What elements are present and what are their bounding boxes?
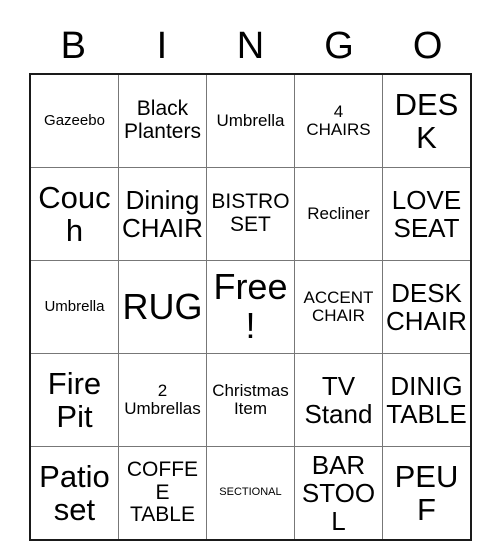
bingo-cell-label: PEUF [394,458,459,527]
bingo-cell-label: RUG [122,285,203,327]
bingo-cell[interactable]: TV Stand [293,353,383,447]
bingo-row: Umbrella RUG Free! ACCENT CHAIR DESK CHAIR [30,260,471,354]
bingo-cell[interactable]: BAR STOOL [293,446,383,540]
bingo-cell-label: Recliner [307,203,370,223]
bingo-header-letter-g: G [324,24,354,67]
bingo-row: Fire Pit 2 Umbrellas Christmas Item TV Stan… [30,353,471,447]
bingo-grid: Gazeebo Black Planters Umbrella 4 CHAIRS DES… [29,73,472,541]
bingo-cell[interactable]: PEUF [381,446,471,540]
bingo-cell-label: DESK CHAIR [386,277,467,336]
bingo-cell[interactable]: Recliner [293,167,383,261]
bingo-header-row: BINGO [29,18,472,73]
bingo-cell-label: Christmas Item [212,380,289,418]
bingo-row: Patio set COFFEE TABLE SECTIONAL BAR STOOL P… [30,446,471,540]
bingo-cell-label: DINIG TABLE [386,370,467,429]
bingo-cell[interactable]: BISTRO SET [205,167,295,261]
bingo-cell-label: BISTRO SET [211,190,290,236]
bingo-row: Gazeebo Black Planters Umbrella 4 CHAIRS DES… [30,74,471,168]
bingo-cell[interactable]: Gazeebo [30,74,119,168]
bingo-cell-label: Dining CHAIR [122,184,203,243]
bingo-cell-label: COFFEE TABLE [126,457,199,527]
bingo-cell-label: DESK [394,86,459,155]
bingo-cell[interactable]: DESK [381,74,471,168]
bingo-cell[interactable]: DESK CHAIR [381,260,471,354]
bingo-cell-label: Umbrella [216,110,285,130]
bingo-cell[interactable]: Patio set [30,446,119,540]
bingo-cell[interactable]: Christmas Item [205,353,295,447]
bingo-cell-label: Gazeebo [44,111,105,129]
bingo-cell[interactable]: DINIG TABLE [381,353,471,447]
bingo-cell[interactable]: Fire Pit [30,353,119,447]
bingo-grid-body: Gazeebo Black Planters Umbrella 4 CHAIRS DES… [30,74,471,540]
bingo-cell[interactable]: 4 CHAIRS [293,74,383,168]
bingo-cell-label: Free! [213,266,288,346]
bingo-cell[interactable]: Couch [30,167,119,261]
bingo-cell-label: TV Stand [304,370,373,429]
bingo-cell[interactable]: ACCENT CHAIR [293,260,383,354]
bingo-cell[interactable]: COFFEE TABLE [117,446,207,540]
bingo-cell-label: Patio set [39,458,110,527]
bingo-cell[interactable]: Umbrella [30,260,119,354]
bingo-cell-label: 2 Umbrellas [124,380,201,418]
bingo-cell[interactable]: Dining CHAIR [117,167,207,261]
bingo-cell[interactable]: Umbrella [205,74,295,168]
bingo-header-letter-i: I [156,24,168,67]
bingo-cell-label: Umbrella [44,297,105,315]
bingo-cell-label: Black Planters [123,97,201,143]
bingo-cell[interactable]: SECTIONAL [205,446,295,540]
bingo-cell-label: Fire Pit [47,365,102,434]
bingo-cell-label: Couch [38,179,111,248]
bingo-free-space[interactable]: Free! [205,260,295,354]
bingo-header-letter-b: B [60,24,86,67]
bingo-header-letter-o: O [412,24,443,67]
bingo-cell-label: SECTIONAL [219,486,282,499]
bingo-row: Couch Dining CHAIR BISTRO SET Recliner LOVE … [30,167,471,261]
bingo-cell-label: BAR STOOL [301,449,376,537]
bingo-header-letter-n: N [236,24,265,67]
bingo-cell[interactable]: RUG [117,260,207,354]
bingo-cell-label: ACCENT CHAIR [303,287,374,325]
bingo-cell-label: LOVE SEAT [391,184,462,243]
bingo-cell[interactable]: Black Planters [117,74,207,168]
bingo-cell[interactable]: 2 Umbrellas [117,353,207,447]
bingo-cell[interactable]: LOVE SEAT [381,167,471,261]
bingo-cell-label: 4 CHAIRS [306,101,371,139]
bingo-card: B I N G O Gazeebo Black Planters Umbrella 4 CHA… [29,18,472,541]
